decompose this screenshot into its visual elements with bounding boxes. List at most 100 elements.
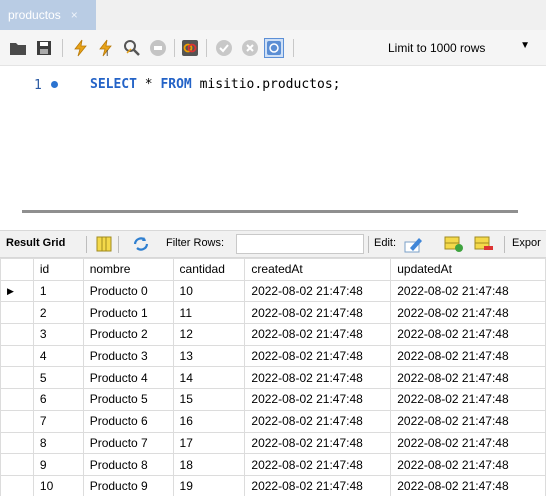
cell-nombre[interactable]: Producto 0 — [82, 279, 174, 303]
cell-createdat[interactable]: 2022-08-02 21:47:48 — [244, 323, 392, 346]
row-marker — [0, 301, 34, 325]
table-row[interactable]: 8 Producto 7 17 2022-08-02 21:47:48 2022… — [0, 431, 546, 455]
refresh-icon[interactable] — [132, 236, 150, 255]
cell-id[interactable]: 9 — [32, 453, 84, 476]
insert-row-icon[interactable] — [444, 235, 464, 256]
cell-nombre[interactable]: Producto 6 — [82, 409, 174, 433]
cell-id[interactable]: 6 — [32, 388, 84, 411]
cell-cantidad[interactable]: 12 — [172, 323, 246, 346]
edit-row-icon[interactable] — [404, 235, 424, 256]
cell-id[interactable]: 10 — [32, 474, 84, 496]
cell-nombre[interactable]: Producto 3 — [82, 344, 174, 368]
panel-splitter[interactable] — [22, 210, 518, 213]
toolbar-separator — [504, 236, 505, 253]
cell-nombre[interactable]: Producto 7 — [82, 431, 174, 455]
sql-text: misitio.productos; — [191, 77, 341, 92]
table-row[interactable]: ▶ 1 Producto 0 10 2022-08-02 21:47:48 20… — [0, 279, 546, 303]
statement-marker-icon — [51, 81, 58, 88]
cell-createdat[interactable]: 2022-08-02 21:47:48 — [244, 366, 392, 390]
cell-createdat[interactable]: 2022-08-02 21:47:48 — [244, 409, 392, 433]
toolbar-separator — [118, 236, 119, 253]
cell-nombre[interactable]: Producto 4 — [82, 366, 174, 390]
cell-nombre[interactable]: Producto 9 — [82, 474, 174, 496]
cell-createdat[interactable]: 2022-08-02 21:47:48 — [244, 344, 392, 368]
cell-id[interactable]: 2 — [32, 301, 84, 325]
stop-icon[interactable] — [148, 38, 168, 58]
cell-cantidad[interactable]: 14 — [172, 366, 246, 390]
sql-keyword: SELECT — [90, 77, 137, 92]
sql-statement[interactable]: SELECT * FROM misitio.productos; — [90, 77, 340, 92]
limit-rows-select[interactable]: Limit to 1000 rows ▼ — [384, 37, 540, 59]
table-row[interactable]: 5 Producto 4 14 2022-08-02 21:47:48 2022… — [0, 366, 546, 390]
cell-createdat[interactable]: 2022-08-02 21:47:48 — [244, 453, 392, 476]
execute-current-icon[interactable]: I — [96, 38, 116, 58]
cell-createdat[interactable]: 2022-08-02 21:47:48 — [244, 279, 392, 303]
cell-id[interactable]: 5 — [32, 366, 84, 390]
cell-id[interactable]: 8 — [32, 431, 84, 455]
cell-cantidad[interactable]: 13 — [172, 344, 246, 368]
cell-updatedat[interactable]: 2022-08-02 21:47:48 — [390, 323, 546, 346]
tab-label: productos — [8, 8, 61, 22]
cell-id[interactable]: 7 — [32, 409, 84, 433]
cell-updatedat[interactable]: 2022-08-02 21:47:48 — [390, 388, 546, 411]
commit-icon[interactable] — [214, 38, 234, 58]
table-row[interactable]: 2 Producto 1 11 2022-08-02 21:47:48 2022… — [0, 301, 546, 325]
cell-id[interactable]: 3 — [32, 323, 84, 346]
cell-id[interactable]: 1 — [32, 279, 84, 303]
cell-createdat[interactable]: 2022-08-02 21:47:48 — [244, 388, 392, 411]
tab-close-icon[interactable]: × — [71, 8, 78, 22]
cell-createdat[interactable]: 2022-08-02 21:47:48 — [244, 431, 392, 455]
row-marker — [0, 474, 34, 496]
result-grid-tab[interactable]: Result Grid — [6, 237, 65, 249]
export-label[interactable]: Expor — [512, 237, 541, 249]
delete-row-icon[interactable] — [474, 235, 494, 256]
execute-icon[interactable] — [70, 38, 90, 58]
explain-icon[interactable] — [122, 38, 142, 58]
cell-cantidad[interactable]: 10 — [172, 279, 246, 303]
table-row[interactable]: 10 Producto 9 19 2022-08-02 21:47:48 202… — [0, 474, 546, 496]
cell-updatedat[interactable]: 2022-08-02 21:47:48 — [390, 344, 546, 368]
cell-updatedat[interactable]: 2022-08-02 21:47:48 — [390, 279, 546, 303]
query-toolbar: I Limit to 1000 rows ▼ — [0, 30, 546, 66]
cell-cantidad[interactable]: 16 — [172, 409, 246, 433]
table-row[interactable]: 6 Producto 5 15 2022-08-02 21:47:48 2022… — [0, 388, 546, 411]
table-row[interactable]: 4 Producto 3 13 2022-08-02 21:47:48 2022… — [0, 344, 546, 368]
cell-cantidad[interactable]: 19 — [172, 474, 246, 496]
cell-nombre[interactable]: Producto 5 — [82, 388, 174, 411]
cell-updatedat[interactable]: 2022-08-02 21:47:48 — [390, 366, 546, 390]
column-header-updatedat[interactable]: updatedAt — [390, 258, 546, 281]
cell-updatedat[interactable]: 2022-08-02 21:47:48 — [390, 453, 546, 476]
grid-layout-icon[interactable] — [96, 236, 112, 255]
cell-nombre[interactable]: Producto 1 — [82, 301, 174, 325]
cell-updatedat[interactable]: 2022-08-02 21:47:48 — [390, 409, 546, 433]
sql-editor[interactable]: 1 SELECT * FROM misitio.productos; — [0, 66, 546, 206]
cell-nombre[interactable]: Producto 2 — [82, 323, 174, 346]
tab-productos[interactable]: productos × — [0, 0, 96, 30]
toolbar-separator — [174, 39, 175, 57]
cell-createdat[interactable]: 2022-08-02 21:47:48 — [244, 474, 392, 496]
cell-cantidad[interactable]: 17 — [172, 431, 246, 455]
cell-cantidad[interactable]: 18 — [172, 453, 246, 476]
cell-updatedat[interactable]: 2022-08-02 21:47:48 — [390, 431, 546, 455]
cell-createdat[interactable]: 2022-08-02 21:47:48 — [244, 301, 392, 325]
open-folder-icon[interactable] — [8, 38, 28, 58]
cell-cantidad[interactable]: 11 — [172, 301, 246, 325]
autocommit-icon[interactable] — [264, 38, 284, 58]
column-header-createdat[interactable]: createdAt — [244, 258, 392, 281]
cell-updatedat[interactable]: 2022-08-02 21:47:48 — [390, 301, 546, 325]
table-row[interactable]: 3 Producto 2 12 2022-08-02 21:47:48 2022… — [0, 323, 546, 346]
column-header-cantidad[interactable]: cantidad — [172, 258, 246, 281]
cell-nombre[interactable]: Producto 8 — [82, 453, 174, 476]
rollback-icon[interactable] — [240, 38, 260, 58]
cell-updatedat[interactable]: 2022-08-02 21:47:48 — [390, 474, 546, 496]
filter-rows-input[interactable] — [236, 234, 364, 254]
cell-cantidad[interactable]: 15 — [172, 388, 246, 411]
save-icon[interactable] — [34, 38, 54, 58]
column-header-id[interactable]: id — [32, 258, 84, 281]
table-row[interactable]: 9 Producto 8 18 2022-08-02 21:47:48 2022… — [0, 453, 546, 476]
table-row[interactable]: 7 Producto 6 16 2022-08-02 21:47:48 2022… — [0, 409, 546, 433]
toggle-error-icon[interactable] — [180, 38, 200, 58]
cell-id[interactable]: 4 — [32, 344, 84, 368]
result-grid: id nombre cantidad createdAt updatedAt ▶… — [0, 258, 546, 496]
column-header-nombre[interactable]: nombre — [82, 258, 174, 281]
